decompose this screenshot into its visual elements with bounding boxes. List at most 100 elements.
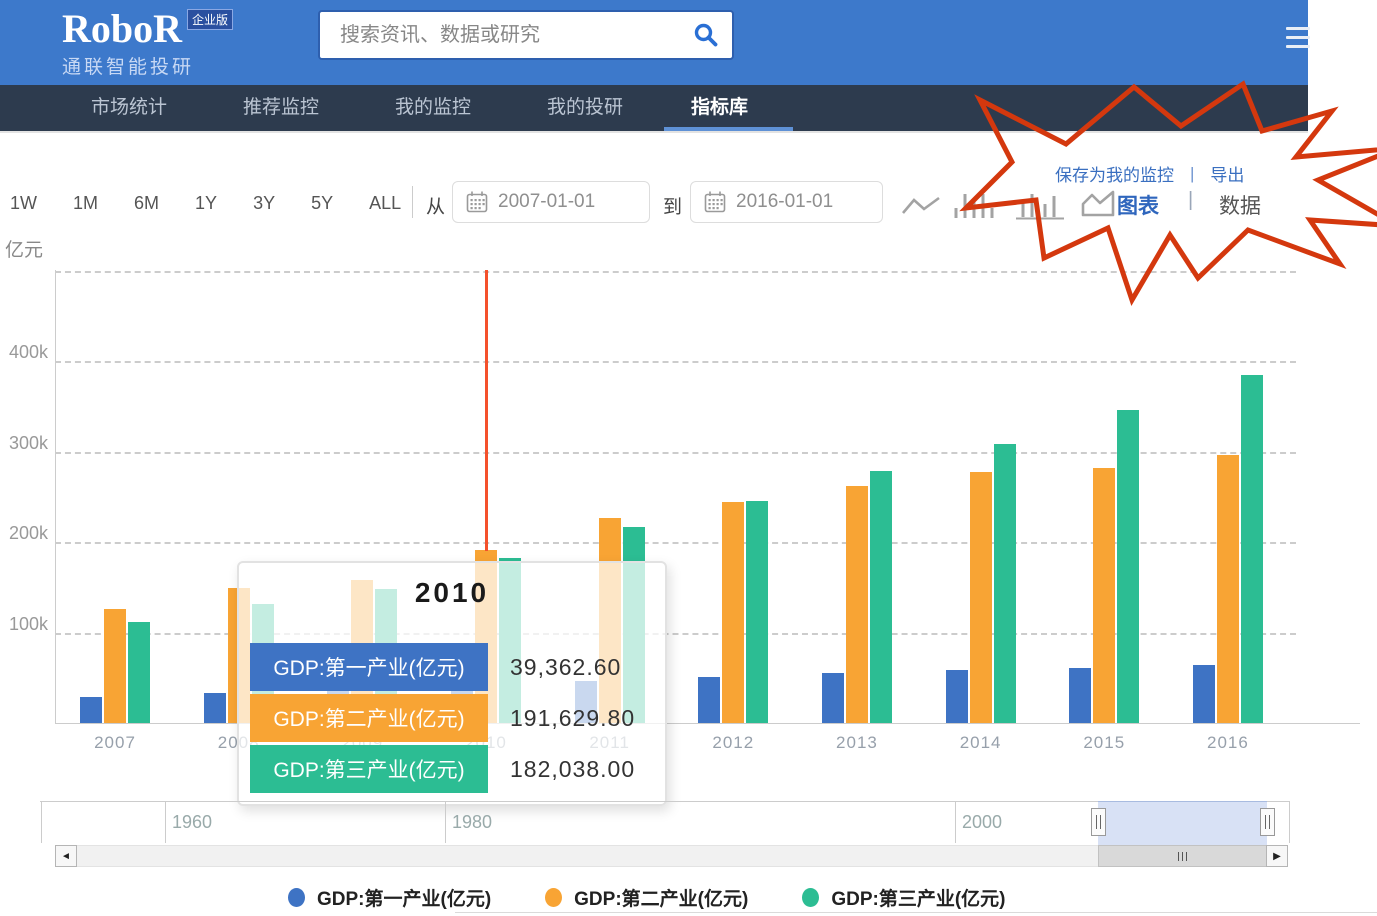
bar-2012-series3[interactable] [746,501,768,723]
range-6m-button[interactable]: 6M [134,193,159,214]
navigator-selection[interactable] [1098,801,1267,846]
grouped-bar-chart-icon[interactable] [1015,188,1065,220]
x-axis-tick-label: 2013 [812,733,902,753]
navigator-tick-label: 2000 [962,812,1002,833]
bar-chart-icon[interactable] [952,188,1000,220]
range-1m-button[interactable]: 1M [73,193,98,214]
legend-dot [545,888,562,907]
bar-2012-series1[interactable] [698,677,720,723]
bar-2007-series3[interactable] [128,622,150,723]
x-axis-tick-label: 2015 [1059,733,1149,753]
scrollbar-thumb[interactable] [1098,845,1267,867]
save-as-monitor-link[interactable]: 保存为我的监控 [1055,161,1174,186]
scroll-left-button[interactable]: ◄ [55,845,77,867]
x-axis-tick-label: 2007 [70,733,160,753]
scroll-right-icon: ▶ [1273,851,1281,862]
export-link[interactable]: 导出 [1210,161,1244,186]
date-to-value: 2016-01-01 [736,191,833,213]
bar-2007-series2[interactable] [104,609,126,723]
legend-item-series1[interactable]: GDP:第一产业(亿元) [288,884,491,911]
tooltip-value-primary: 39,362.60 [510,654,621,681]
y-axis-unit-label: 亿元 [5,235,43,262]
bar-2007-series1[interactable] [80,697,102,723]
tooltip-value-secondary: 191,629.80 [510,705,635,732]
bar-2016-series1[interactable] [1193,665,1215,723]
tab-my-research[interactable]: 我的投研 [547,85,623,131]
legend-item-series3[interactable]: GDP:第三产业(亿元) [802,884,1005,911]
tooltip-row: GDP:第二产业(亿元) 191,629.80 [239,694,665,742]
time-range-buttons: 1W 1M 6M 1Y 3Y 5Y ALL [10,193,401,214]
tooltip-pointer-line [485,270,488,551]
logo-text: RoboR [62,6,182,51]
bar-2013-series2[interactable] [846,486,868,723]
range-all-button[interactable]: ALL [369,193,401,214]
tooltip-series-pill-tertiary: GDP:第三产业(亿元) [250,745,488,793]
navigator-tick [165,801,166,843]
bar-2013-series1[interactable] [822,673,844,723]
navigator-right-handle[interactable] [1260,808,1275,836]
bar-2014-series2[interactable] [970,472,992,723]
y-axis-tick-label: 400k [0,342,48,363]
y-axis-tick-label: 200k [0,523,48,544]
legend-label: GDP:第二产业(亿元) [574,884,748,911]
area-chart-icon[interactable] [1080,190,1116,218]
date-from-value: 2007-01-01 [498,191,595,213]
legend-item-series2[interactable]: GDP:第二产业(亿元) [545,884,748,911]
date-to-input[interactable]: 2016-01-01 [690,181,883,223]
range-1y-button[interactable]: 1Y [195,193,217,214]
scroll-right-button[interactable]: ▶ [1266,845,1288,867]
search-box [318,10,734,60]
action-links: 保存为我的监控 | 导出 [1055,161,1244,186]
starburst-annotation [0,0,1377,916]
legend-dot [802,888,819,907]
bar-2015-series1[interactable] [1069,668,1091,723]
nav-divider [0,131,1308,133]
from-label: 从 [426,192,445,219]
bar-2016-series2[interactable] [1217,455,1239,723]
gridline [55,361,1296,363]
toggle-separator: | [1188,189,1193,212]
tab-market-stats[interactable]: 市场统计 [91,85,167,131]
tooltip-row: GDP:第三产业(亿元) 182,038.00 [239,745,665,793]
tab-indicator-library[interactable]: 指标库 [691,85,748,131]
bar-2012-series2[interactable] [722,502,744,723]
chart-view-toggle[interactable]: 图表 [1117,190,1159,220]
bar-2008-series1[interactable] [204,693,226,723]
search-input[interactable] [320,24,680,47]
line-chart-icon[interactable] [901,195,941,217]
legend-dot [288,888,305,907]
to-label: 到 [663,192,682,219]
y-axis-tick-label: 100k [0,614,48,635]
x-axis-tick-label: 2014 [936,733,1026,753]
range-3y-button[interactable]: 3Y [253,193,275,214]
logo-badge: 企业版 [187,9,233,30]
navigator-left-handle[interactable] [1091,808,1106,836]
scroll-left-icon: ◄ [61,851,71,862]
bar-2014-series1[interactable] [946,670,968,723]
x-axis-tick-label: 2016 [1183,733,1273,753]
toolbar-divider [412,186,413,218]
tab-recommend-monitor[interactable]: 推荐监控 [243,85,319,131]
bar-2014-series3[interactable] [994,444,1016,723]
calendar-icon [466,191,488,213]
bar-2013-series3[interactable] [870,471,892,723]
chart-legend: GDP:第一产业(亿元) GDP:第二产业(亿元) GDP:第三产业(亿元) [288,884,1005,911]
app-header: RoboR企业版 通联智能投研 [0,0,1308,85]
gridline [55,452,1296,454]
bar-2016-series3[interactable] [1241,375,1263,723]
range-5y-button[interactable]: 5Y [311,193,333,214]
bar-2015-series3[interactable] [1117,410,1139,723]
data-view-toggle[interactable]: 数据 [1219,190,1261,220]
y-axis-tick-label: 300k [0,433,48,454]
legend-label: GDP:第三产业(亿元) [831,884,1005,911]
menu-icon[interactable] [1286,27,1310,54]
search-icon[interactable] [680,22,732,48]
tab-my-monitor[interactable]: 我的监控 [395,85,471,131]
chart-tooltip: 2010 GDP:第一产业(亿元) 39,362.60 GDP:第二产业(亿元)… [237,561,667,806]
range-1w-button[interactable]: 1W [10,193,37,214]
date-from-input[interactable]: 2007-01-01 [452,181,650,223]
navigator-tick [955,801,956,843]
bar-2015-series2[interactable] [1093,468,1115,723]
calendar-icon [704,191,726,213]
navigator-tick-label: 1960 [172,812,212,833]
